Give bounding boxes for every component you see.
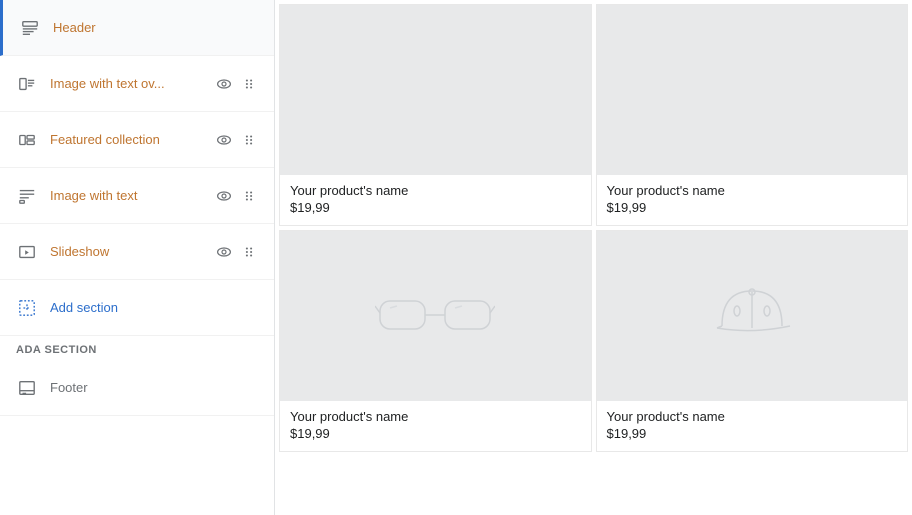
- sidebar-label-image-text: Image with text: [50, 188, 214, 203]
- product-info-3: Your product's name $19,99: [280, 401, 591, 451]
- visibility-toggle-image-text[interactable]: [214, 186, 234, 206]
- product-card-1[interactable]: Your product's name $19,99: [279, 4, 592, 226]
- item-actions-image-text-ov: [214, 74, 258, 94]
- main-content: Your product's name $19,99 Your product'…: [275, 0, 912, 515]
- product-card-2[interactable]: Your product's name $19,99: [596, 4, 909, 226]
- product-name-3: Your product's name: [290, 409, 581, 424]
- sidebar-label-slideshow: Slideshow: [50, 244, 214, 259]
- slideshow-icon: [16, 241, 38, 263]
- product-price-1: $19,99: [290, 200, 581, 215]
- featured-icon: [16, 129, 38, 151]
- sidebar-label-footer: Footer: [50, 380, 258, 395]
- header-icon: [19, 17, 41, 39]
- sidebar-item-add-section[interactable]: Add section: [0, 280, 274, 336]
- product-name-1: Your product's name: [290, 183, 581, 198]
- footer-icon: [16, 377, 38, 399]
- ada-section-label: Ada section: [0, 336, 274, 360]
- sidebar-item-header[interactable]: Header: [0, 0, 274, 56]
- sidebar-item-image-text-ov[interactable]: Image with text ov...: [0, 56, 274, 112]
- visibility-toggle-featured[interactable]: [214, 130, 234, 150]
- add-section-icon: [16, 297, 38, 319]
- product-image-3: [280, 231, 591, 401]
- product-info-4: Your product's name $19,99: [597, 401, 908, 451]
- product-price-3: $19,99: [290, 426, 581, 441]
- product-info-1: Your product's name $19,99: [280, 175, 591, 225]
- visibility-toggle-slideshow[interactable]: [214, 242, 234, 262]
- sidebar-item-footer[interactable]: Footer: [0, 360, 274, 416]
- item-actions-image-text: [214, 186, 258, 206]
- product-image-2: [597, 5, 908, 175]
- sidebar-item-image-text[interactable]: Image with text: [0, 168, 274, 224]
- item-actions-slideshow: [214, 242, 258, 262]
- image-text-icon: [16, 73, 38, 95]
- sidebar-label-add-section: Add section: [50, 300, 258, 315]
- sidebar-label-featured: Featured collection: [50, 132, 214, 147]
- sidebar-item-featured-collection[interactable]: Featured collection: [0, 112, 274, 168]
- drag-handle-featured[interactable]: [240, 131, 258, 149]
- product-card-3[interactable]: Your product's name $19,99: [279, 230, 592, 452]
- image-text2-icon: [16, 185, 38, 207]
- product-price-2: $19,99: [607, 200, 898, 215]
- sidebar: Header Image with text ov...: [0, 0, 275, 515]
- drag-handle-image-text[interactable]: [240, 187, 258, 205]
- product-image-4: [597, 231, 908, 401]
- product-name-4: Your product's name: [607, 409, 898, 424]
- product-info-2: Your product's name $19,99: [597, 175, 908, 225]
- sidebar-label-header: Header: [53, 20, 258, 35]
- sidebar-label-image-text-ov: Image with text ov...: [50, 76, 214, 91]
- product-grid: Your product's name $19,99 Your product'…: [275, 0, 912, 456]
- drag-handle-slideshow[interactable]: [240, 243, 258, 261]
- drag-handle-image-text-ov[interactable]: [240, 75, 258, 93]
- product-name-2: Your product's name: [607, 183, 898, 198]
- product-image-1: [280, 5, 591, 175]
- item-actions-featured: [214, 130, 258, 150]
- visibility-toggle-image-text-ov[interactable]: [214, 74, 234, 94]
- product-price-4: $19,99: [607, 426, 898, 441]
- sidebar-item-slideshow[interactable]: Slideshow: [0, 224, 274, 280]
- product-card-4[interactable]: Your product's name $19,99: [596, 230, 909, 452]
